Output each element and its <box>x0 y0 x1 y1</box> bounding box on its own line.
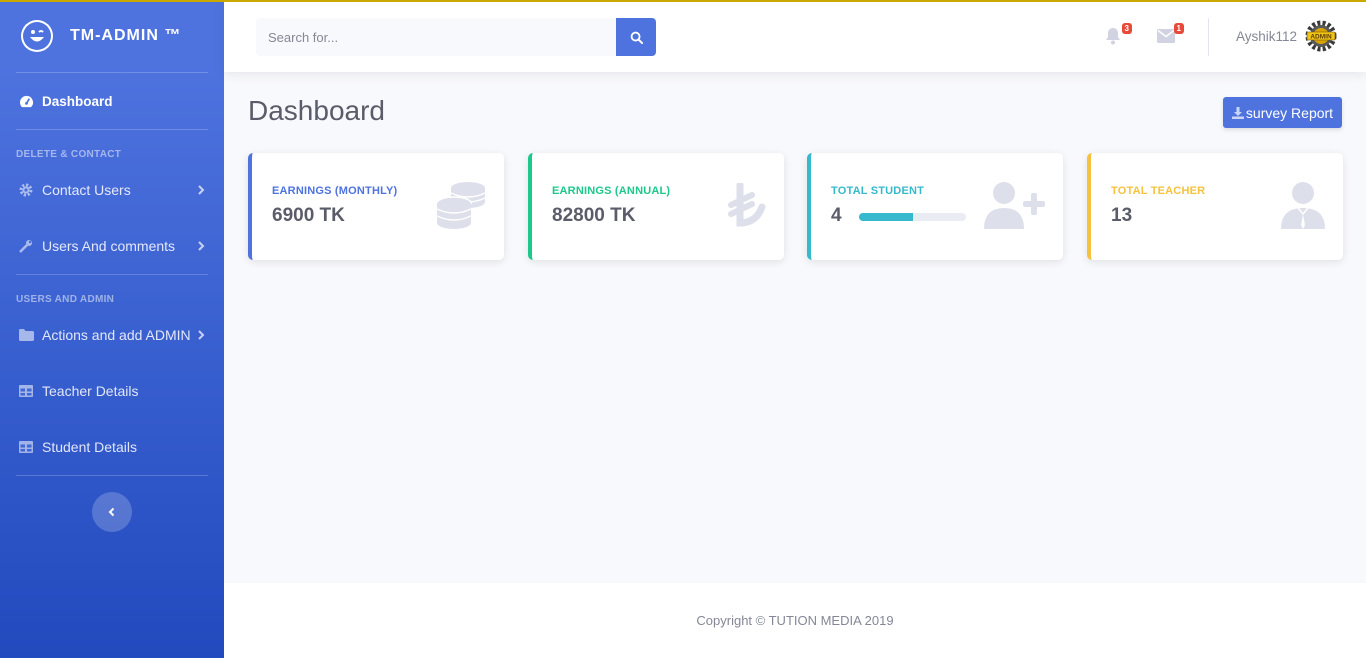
copyright-text: Copyright © TUTION MEDIA 2019 <box>696 613 894 628</box>
tachometer-icon <box>18 93 34 109</box>
search-bar <box>256 18 656 56</box>
username: Ayshik112 <box>1236 28 1298 44</box>
table-icon <box>18 383 34 399</box>
survey-report-button[interactable]: survey Report <box>1223 97 1342 128</box>
wrench-icon <box>18 238 34 254</box>
total-student-card: TOTAL STUDENT 4 <box>807 153 1063 260</box>
card-value: 6900 TK <box>272 205 345 226</box>
messages-button[interactable]: 1 <box>1157 23 1184 45</box>
card-title: EARNINGS (ANNUAL) <box>552 185 671 197</box>
student-progress-bar <box>859 213 966 221</box>
footer: Copyright © TUTION MEDIA 2019 <box>224 583 1366 658</box>
sidebar-item-teacher-details[interactable]: Teacher Details <box>0 363 224 419</box>
sidebar-item-label: Contact Users <box>42 182 131 198</box>
search-input[interactable] <box>256 18 616 56</box>
laugh-wink-icon <box>21 20 53 52</box>
total-teacher-card: TOTAL TEACHER 13 <box>1087 153 1343 260</box>
download-icon <box>1231 106 1244 119</box>
user-menu[interactable]: Ayshik112 ADMIN <box>1236 20 1337 52</box>
sidebar-item-label: Actions and add ADMIN <box>42 327 191 343</box>
topbar: 3 1 Ayshik112 ADMIN <box>224 0 1366 72</box>
sidebar-item-label: Dashboard <box>42 93 113 109</box>
chevron-right-icon <box>198 241 205 251</box>
sidebar-divider <box>16 475 208 476</box>
avatar: ADMIN <box>1305 20 1337 52</box>
sidebar-item-label: Teacher Details <box>42 383 139 399</box>
top-accent-line <box>0 0 1366 2</box>
sidebar-toggle-button[interactable] <box>92 492 132 532</box>
progress-fill <box>859 213 913 221</box>
sidebar-item-student-details[interactable]: Student Details <box>0 419 224 475</box>
search-icon <box>630 31 643 44</box>
sidebar: TM-ADMIN ™ Dashboard DELETE & CONTACT Co… <box>0 0 224 658</box>
sidebar-item-label: Student Details <box>42 439 137 455</box>
topbar-divider <box>1208 18 1209 56</box>
card-value: 13 <box>1111 205 1133 226</box>
table-icon <box>18 439 34 455</box>
card-title: TOTAL TEACHER <box>1111 185 1206 197</box>
survey-report-label: survey Report <box>1245 104 1334 121</box>
card-title: TOTAL STUDENT <box>831 185 925 197</box>
brand-name: TM-ADMIN ™ <box>70 27 182 44</box>
search-button[interactable] <box>616 18 656 56</box>
chevron-left-icon <box>108 507 115 517</box>
sidebar-heading: DELETE & CONTACT <box>16 149 122 160</box>
folder-icon <box>18 327 34 343</box>
card-value: 82800 TK <box>552 205 636 226</box>
chevron-right-icon <box>198 330 205 340</box>
earnings-annual-card: EARNINGS (ANNUAL) 82800 TK <box>528 153 784 260</box>
avatar-label: ADMIN <box>1310 34 1332 41</box>
card-title: EARNINGS (MONTHLY) <box>272 185 398 197</box>
bell-icon <box>1106 28 1120 45</box>
coins-icon <box>436 181 486 236</box>
user-tie-icon <box>1281 181 1325 236</box>
envelope-icon <box>1157 29 1175 43</box>
alerts-button[interactable]: 3 <box>1105 23 1132 45</box>
earnings-monthly-card: EARNINGS (MONTHLY) 6900 TK <box>248 153 504 260</box>
sidebar-item-label: Users And comments <box>42 238 176 254</box>
sidebar-item-actions-add-admin[interactable]: Actions and add ADMIN <box>0 307 224 363</box>
lira-icon <box>728 181 766 234</box>
user-plus-icon <box>983 181 1045 236</box>
brand[interactable]: TM-ADMIN ™ <box>0 0 224 72</box>
sidebar-item-dashboard[interactable]: Dashboard <box>0 73 224 129</box>
sidebar-heading: USERS AND ADMIN <box>16 294 115 305</box>
messages-count-badge: 1 <box>1173 23 1184 34</box>
chevron-right-icon <box>198 185 205 195</box>
alerts-count-badge: 3 <box>1121 23 1132 34</box>
card-value: 4 <box>831 205 842 226</box>
cog-icon <box>18 182 34 198</box>
sidebar-item-users-and-comments[interactable]: Users And comments <box>0 218 224 274</box>
page-title: Dashboard <box>248 95 385 126</box>
sidebar-item-contact-users[interactable]: Contact Users <box>0 162 224 218</box>
